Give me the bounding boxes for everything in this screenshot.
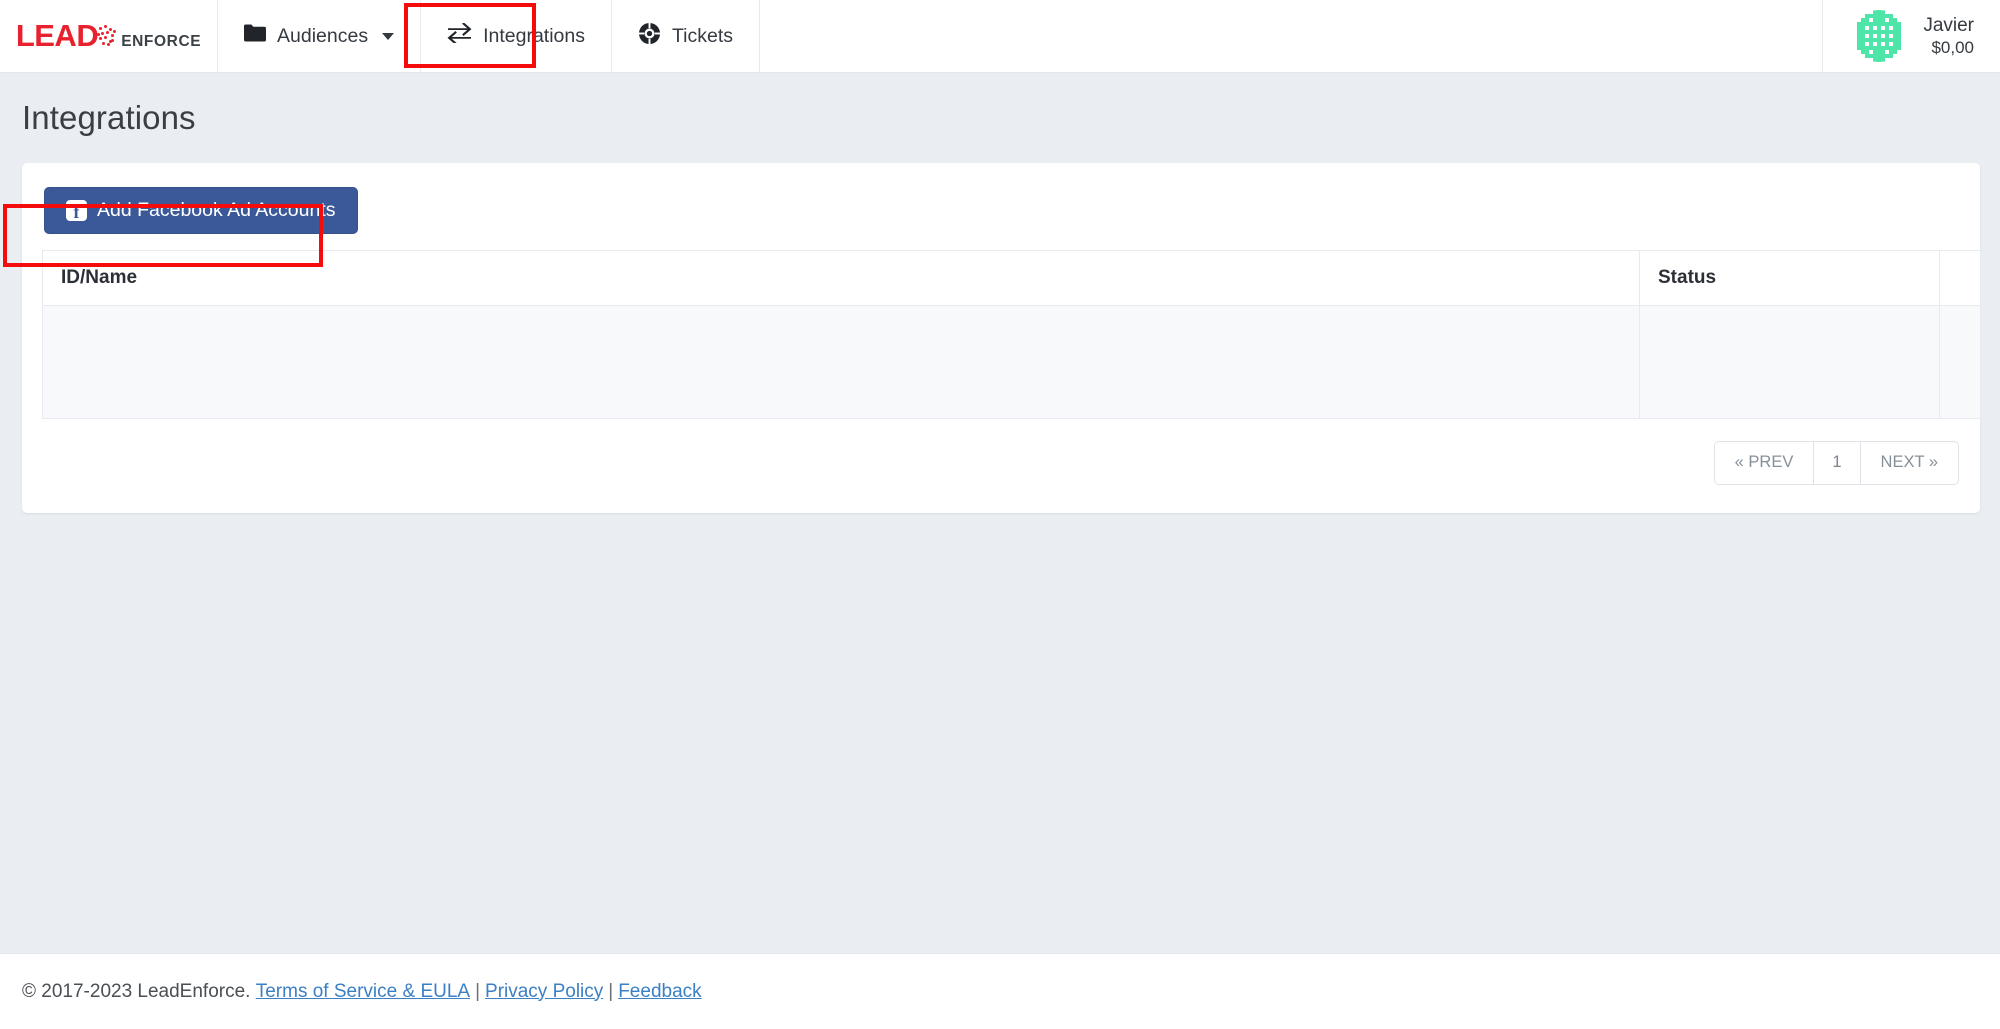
card-toolbar: f Add Facebook Ad Accounts — [32, 181, 1970, 250]
nav-item-audiences-label: Audiences — [277, 24, 369, 47]
column-header-status[interactable]: Status — [1639, 250, 1940, 306]
pagination-next-button[interactable]: NEXT » — [1859, 441, 1959, 485]
nav-item-integrations[interactable]: Integrations — [421, 0, 612, 72]
user-name: Javier — [1923, 14, 1974, 36]
cell-id-name — [42, 305, 1640, 419]
add-facebook-ad-accounts-button[interactable]: f Add Facebook Ad Accounts — [44, 187, 358, 234]
footer-separator-2: | — [608, 980, 614, 1002]
main-content: Integrations f Add Facebook Ad Accounts … — [0, 73, 2000, 953]
pagination-page-1-button[interactable]: 1 — [1813, 441, 1861, 485]
nav-item-tickets-label: Tickets — [671, 24, 734, 47]
nav-item-integrations-label: Integrations — [483, 24, 585, 47]
cell-status — [1639, 305, 1940, 419]
app-root: LEAD ENFORCE Audiences Integrations Tick… — [0, 0, 2000, 1029]
folder-icon — [244, 24, 266, 48]
life-ring-icon — [638, 21, 661, 51]
add-facebook-ad-accounts-label: Add Facebook Ad Accounts — [97, 198, 336, 221]
nav-item-audiences[interactable]: Audiences — [218, 0, 422, 72]
integrations-table-wrap: ID/Name Status — [32, 250, 1981, 419]
pagination-row: « PREV 1 NEXT » — [32, 419, 1970, 501]
footer-link-feedback[interactable]: Feedback — [618, 981, 701, 1003]
integrations-card: f Add Facebook Ad Accounts ID/Name Statu… — [22, 163, 1981, 513]
footer-link-terms[interactable]: Terms of Service & EULA — [256, 981, 470, 1003]
user-balance: $0,00 — [1931, 38, 1974, 58]
brand-lead-text: LEAD — [15, 18, 117, 54]
table-header: ID/Name Status — [42, 250, 1981, 306]
pagination-prev-button[interactable]: « PREV — [1713, 441, 1815, 485]
column-header-id-name[interactable]: ID/Name — [42, 250, 1640, 306]
page-footer: © 2017-2023 LeadEnforce. Terms of Servic… — [0, 953, 2000, 1029]
table-row — [42, 305, 1981, 419]
pagination: « PREV 1 NEXT » — [1713, 441, 1959, 485]
integrations-table: ID/Name Status — [42, 250, 1981, 419]
brand-lead-label: LEAD — [15, 18, 99, 53]
chevron-down-icon — [382, 32, 395, 40]
top-navbar: LEAD ENFORCE Audiences Integrations Tick… — [0, 0, 2000, 73]
exchange-arrows-icon — [447, 22, 472, 49]
avatar — [1853, 10, 1906, 62]
cell-actions — [1939, 305, 1981, 419]
navbar-spacer — [760, 0, 1822, 72]
footer-link-privacy[interactable]: Privacy Policy — [485, 981, 603, 1003]
footer-copyright: © 2017-2023 LeadEnforce. — [22, 980, 251, 1002]
nav-item-tickets[interactable]: Tickets — [612, 0, 761, 72]
footer-separator-1: | — [475, 980, 481, 1002]
brand-logo[interactable]: LEAD ENFORCE — [0, 0, 218, 72]
facebook-f-icon: f — [66, 200, 87, 221]
table-header-row: ID/Name Status — [42, 250, 1981, 306]
brand-pixel-dots-icon — [97, 23, 117, 49]
column-header-actions — [1939, 250, 1981, 306]
page-title: Integrations — [22, 99, 196, 136]
table-body — [42, 305, 1981, 419]
user-menu[interactable]: Javier $0,00 — [1822, 0, 2000, 72]
brand-enforce-label: ENFORCE — [121, 33, 202, 50]
